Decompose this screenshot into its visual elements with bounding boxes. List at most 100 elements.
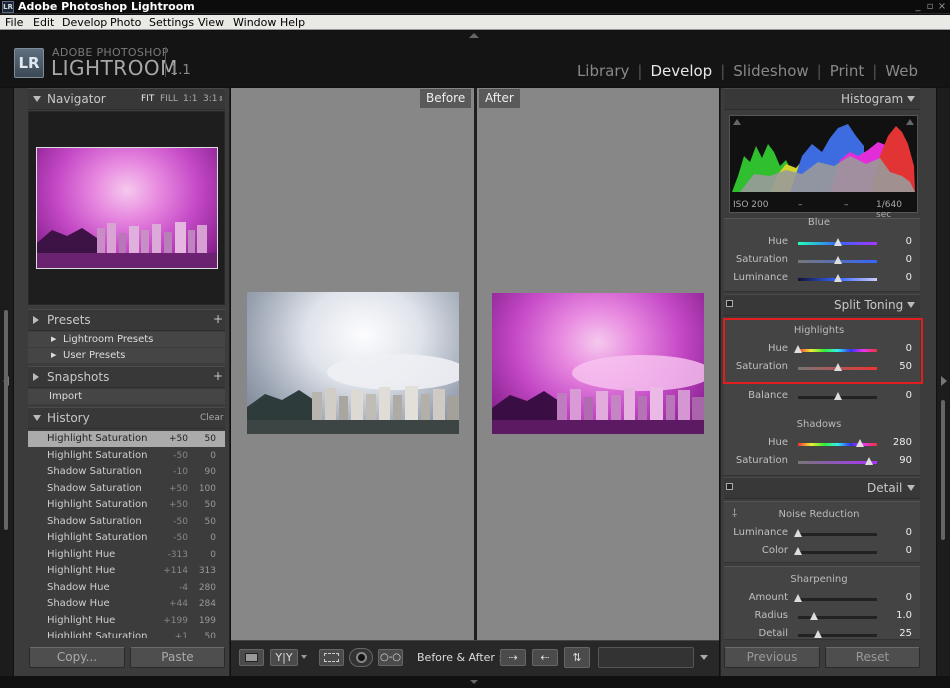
module-slideshow[interactable]: Slideshow	[733, 62, 808, 80]
toolbar-content-field[interactable]	[598, 647, 694, 668]
menu-help[interactable]: Help	[280, 15, 305, 30]
copy-after-to-before-button[interactable]: ⇠	[532, 649, 558, 666]
history-row[interactable]: Highlight Saturation -50 0	[28, 448, 225, 464]
swap-before-after-button[interactable]: ⇅	[564, 647, 590, 668]
crop-tool-button[interactable]	[319, 649, 344, 666]
split-toning-header[interactable]: Split Toning	[724, 294, 920, 316]
copy-settings-button[interactable]: Copy...	[29, 647, 125, 668]
slider-thumb[interactable]	[809, 612, 818, 620]
slider-track[interactable]	[798, 551, 877, 554]
history-row[interactable]: Shadow Hue +44 284	[28, 596, 225, 612]
navigator-thumbnail[interactable]	[36, 147, 218, 269]
history-row[interactable]: Highlight Saturation +1 50	[28, 629, 225, 638]
collapse-triangle-icon[interactable]	[907, 485, 915, 491]
history-row[interactable]: Shadow Saturation -50 50	[28, 514, 225, 530]
highlight-clipping-icon[interactable]	[906, 119, 914, 125]
right-scrollbar[interactable]	[941, 400, 945, 540]
slider-shadow-saturation[interactable]: Saturation 90	[724, 455, 920, 473]
copy-before-to-after-button[interactable]: ⇢	[500, 649, 526, 666]
slider-track[interactable]	[798, 634, 877, 637]
history-row[interactable]: Shadow Saturation -10 90	[28, 464, 225, 480]
slider-track[interactable]	[798, 533, 877, 536]
panel-toggle-icon[interactable]	[726, 300, 733, 307]
zoom-3-1[interactable]: 3:1	[203, 94, 217, 104]
before-after-view-button[interactable]: Y|Y	[270, 649, 298, 666]
zoom-fit[interactable]: FIT	[141, 94, 154, 104]
slider-thumb[interactable]	[833, 392, 842, 400]
red-eye-tool-button[interactable]	[349, 648, 373, 667]
slider-thumb[interactable]	[813, 630, 822, 638]
history-row[interactable]: Highlight Hue +114 313	[28, 563, 225, 579]
slider-noise-luminance[interactable]: Luminance 0	[724, 527, 920, 545]
menu-view[interactable]: View	[198, 15, 224, 30]
minimize-icon[interactable]: _	[912, 0, 924, 14]
menu-window[interactable]: Window	[233, 15, 276, 30]
slider-thumb[interactable]	[865, 457, 874, 465]
expand-triangle-icon[interactable]	[33, 373, 39, 381]
before-photo[interactable]	[247, 292, 459, 434]
module-print[interactable]: Print	[830, 62, 865, 80]
slider-blue-luminance[interactable]: Luminance 0	[724, 272, 920, 290]
spot-removal-button[interactable]: ○-○	[378, 649, 403, 666]
history-header[interactable]: History Clear	[28, 407, 225, 429]
slider-blue-saturation[interactable]: Saturation 0	[724, 254, 920, 272]
history-row[interactable]: Highlight Saturation +50 50	[28, 431, 225, 447]
history-row[interactable]: Highlight Hue -313 0	[28, 547, 225, 563]
slider-track[interactable]	[798, 598, 877, 601]
menu-photo[interactable]: Photo	[110, 15, 141, 30]
after-photo[interactable]	[492, 293, 704, 434]
slider-blue-hue[interactable]: Hue 0	[724, 236, 920, 254]
snapshots-header[interactable]: Snapshots +	[28, 366, 225, 388]
slider-sharpening-radius[interactable]: Radius 1.0	[724, 610, 920, 628]
zoom-fill[interactable]: FILL	[160, 94, 178, 104]
panel-toggle-icon[interactable]	[726, 483, 733, 490]
preset-folder-user[interactable]: ▶ User Presets	[28, 348, 225, 363]
slider-balance[interactable]: Balance 0	[724, 390, 920, 408]
collapse-triangle-icon[interactable]	[33, 96, 41, 102]
collapse-bottom-panel-icon[interactable]	[470, 680, 478, 684]
collapse-triangle-icon[interactable]	[907, 302, 915, 308]
add-snapshot-icon[interactable]: +	[213, 369, 223, 383]
slider-track[interactable]	[798, 443, 877, 446]
slider-sharpening-amount[interactable]: Amount 0	[724, 592, 920, 610]
history-row[interactable]: Shadow Hue -4 280	[28, 580, 225, 596]
history-row[interactable]: Highlight Saturation -50 0	[28, 530, 225, 546]
add-preset-icon[interactable]: +	[213, 312, 223, 326]
history-row[interactable]: Highlight Hue +199 199	[28, 613, 225, 629]
view-mode-dropdown-icon[interactable]	[301, 655, 307, 659]
collapse-top-panel-icon[interactable]	[469, 33, 479, 38]
snapshot-import[interactable]: Import	[28, 389, 225, 404]
history-row[interactable]: Highlight Saturation +50 50	[28, 497, 225, 513]
menu-edit[interactable]: Edit	[33, 15, 54, 30]
slider-thumb[interactable]	[833, 274, 842, 282]
slider-thumb[interactable]	[794, 594, 802, 602]
slider-thumb[interactable]	[794, 547, 802, 555]
slider-thumb[interactable]	[833, 238, 842, 246]
slider-thumb[interactable]	[855, 439, 864, 447]
slider-thumb[interactable]	[833, 256, 842, 264]
module-web[interactable]: Web	[885, 62, 918, 80]
navigator-header[interactable]: Navigator FIT FILL 1:1 3:1 ⇕	[28, 88, 225, 110]
slider-thumb[interactable]	[794, 529, 802, 537]
collapse-right-panel-icon[interactable]	[941, 376, 947, 386]
slider-shadow-hue[interactable]: Hue 280	[724, 437, 920, 455]
history-clear-button[interactable]: Clear	[200, 413, 224, 423]
reset-button[interactable]: Reset	[825, 647, 920, 668]
slider-noise-color[interactable]: Color 0	[724, 545, 920, 563]
zoom-menu-icon[interactable]: ⇕	[218, 95, 224, 103]
history-row[interactable]: Shadow Saturation +50 100	[28, 481, 225, 497]
loupe-view-button[interactable]	[239, 649, 264, 666]
collapse-triangle-icon[interactable]	[33, 415, 41, 421]
toolbar-menu-icon[interactable]	[700, 655, 708, 660]
slider-sharpening-detail[interactable]: Detail 25	[724, 628, 920, 638]
menu-settings[interactable]: Settings	[149, 15, 194, 30]
module-develop[interactable]: Develop	[650, 62, 712, 80]
menu-file[interactable]: File	[5, 15, 23, 30]
shadow-clipping-icon[interactable]	[733, 119, 741, 125]
close-icon[interactable]: ×	[936, 0, 948, 14]
zoom-1-1[interactable]: 1:1	[183, 94, 197, 104]
histogram-header[interactable]: Histogram	[724, 88, 920, 110]
menu-develop[interactable]: Develop	[62, 15, 107, 30]
previous-settings-button[interactable]: Previous	[724, 647, 820, 668]
presets-header[interactable]: Presets +	[28, 309, 225, 331]
